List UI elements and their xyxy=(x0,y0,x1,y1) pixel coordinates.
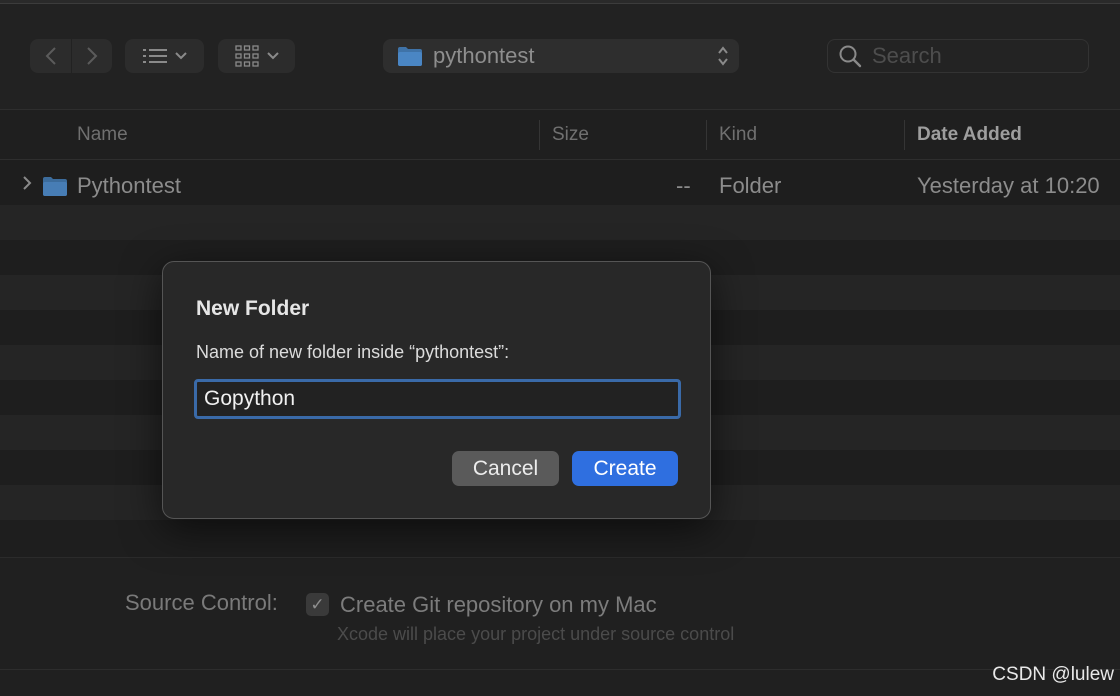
up-down-arrows-icon xyxy=(717,44,729,70)
column-name[interactable]: Name xyxy=(77,110,128,160)
list-icon xyxy=(142,49,167,63)
create-button[interactable]: Create xyxy=(572,451,678,486)
list-row-background xyxy=(0,205,1120,240)
navigation-buttons xyxy=(30,39,112,73)
divider xyxy=(0,669,1120,670)
search-field[interactable] xyxy=(827,39,1089,73)
chevron-left-icon xyxy=(45,47,56,65)
search-input[interactable] xyxy=(872,43,1072,69)
list-view-button[interactable] xyxy=(125,39,204,73)
folder-icon xyxy=(42,175,68,203)
back-button[interactable] xyxy=(30,39,71,73)
chevron-right-icon xyxy=(87,47,98,65)
dialog-message: Name of new folder inside “pythontest”: xyxy=(196,342,510,362)
grid-icon xyxy=(234,45,259,67)
list-row-background xyxy=(0,520,1120,557)
options-panel: Source Control: ✓ Create Git repository … xyxy=(0,557,1120,696)
git-repository-checkbox[interactable]: ✓ xyxy=(306,593,329,616)
source-control-description: Xcode will place your project under sour… xyxy=(337,624,735,644)
chevron-down-icon xyxy=(174,52,187,60)
chevron-down-icon xyxy=(266,52,279,60)
git-repository-checkbox-label[interactable]: Create Git repository on my Mac xyxy=(340,592,657,618)
grid-view-button[interactable] xyxy=(218,39,295,73)
source-control-label: Source Control: xyxy=(125,590,278,615)
column-date-added[interactable]: Date Added xyxy=(904,110,1022,160)
location-label: pythontest xyxy=(433,43,535,68)
column-size-label: Size xyxy=(552,124,589,145)
file-name: Pythontest xyxy=(77,173,181,198)
column-size[interactable]: Size xyxy=(539,110,589,160)
table-row[interactable]: Pythontest -- Folder Yesterday at 10:20 xyxy=(0,168,1120,205)
folder-name-input[interactable] xyxy=(194,379,681,419)
column-header: Name Size Kind Date Added xyxy=(0,110,1120,160)
file-size: -- xyxy=(676,173,691,198)
toolbar: pythontest xyxy=(0,4,1120,110)
column-date-label: Date Added xyxy=(917,124,1022,145)
file-date-added: Yesterday at 10:20 xyxy=(917,173,1100,198)
forward-button[interactable] xyxy=(71,39,112,73)
dialog-title: New Folder xyxy=(196,297,310,320)
new-folder-dialog: New Folder Name of new folder inside “py… xyxy=(162,261,711,519)
disclosure-triangle-icon[interactable] xyxy=(22,175,32,196)
cancel-button[interactable]: Cancel xyxy=(452,451,559,486)
location-popup[interactable]: pythontest xyxy=(383,39,739,73)
folder-icon xyxy=(398,47,422,66)
file-kind: Folder xyxy=(719,173,782,198)
column-kind-label: Kind xyxy=(719,124,758,145)
column-kind[interactable]: Kind xyxy=(706,110,757,160)
search-icon xyxy=(839,45,862,68)
checkmark-icon: ✓ xyxy=(310,594,325,614)
watermark: CSDN @lulew xyxy=(992,664,1114,685)
